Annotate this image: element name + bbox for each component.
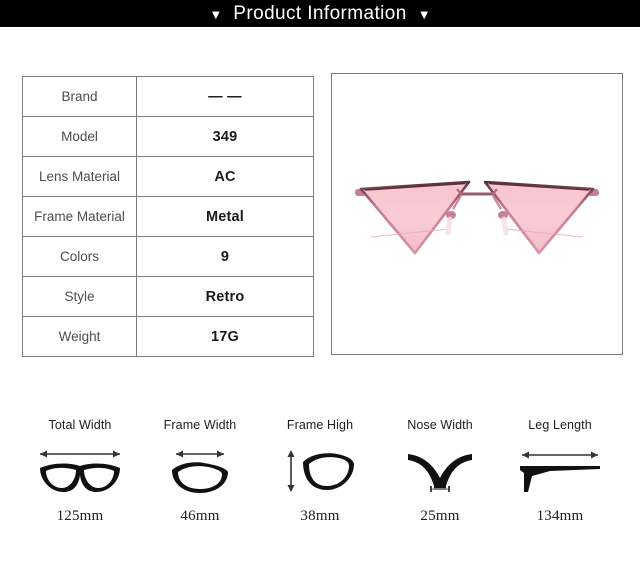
measurement-frame-high: Frame High 38mm [262, 418, 378, 525]
measurement-label: Nose Width [407, 418, 473, 432]
measurement-value: 25mm [420, 508, 460, 524]
total-width-icon [34, 440, 126, 502]
spec-value-weight: 17G [136, 316, 314, 357]
spec-value-model: 349 [136, 116, 314, 157]
spec-label-style: Style [22, 276, 137, 317]
page-header: ▼ Product Information ▼ [0, 0, 640, 27]
spec-label-lens-material: Lens Material [22, 156, 137, 197]
measurement-value: 38mm [300, 508, 340, 524]
spec-label-model: Model [22, 116, 137, 157]
sunglasses-product-photo [355, 180, 599, 255]
table-row: Brand — — [22, 76, 314, 117]
spec-value-lens-material: AC [136, 156, 314, 197]
measurement-nose-width: Nose Width 25mm [382, 418, 498, 525]
spec-value-frame-material: Metal [136, 196, 314, 237]
triangle-down-icon-right: ▼ [417, 7, 431, 22]
table-row: Colors 9 [22, 236, 314, 277]
leg-length-icon [516, 440, 604, 502]
page-title: Product Information [233, 2, 407, 24]
frame-width-icon [164, 440, 236, 502]
measurement-value: 134mm [536, 508, 584, 524]
spec-value-brand: — — [136, 76, 314, 117]
table-row: Frame Material Metal [22, 196, 314, 237]
measurement-value: 125mm [56, 508, 104, 524]
table-row: Lens Material AC [22, 156, 314, 197]
spec-label-brand: Brand [22, 76, 137, 117]
measurement-row: Total Width 125mm Frame Width 46mm Frame… [0, 418, 640, 525]
measurement-label: Leg Length [528, 418, 592, 432]
spec-value-colors: 9 [136, 236, 314, 277]
measurement-label: Frame Width [163, 418, 237, 432]
measurement-frame-width: Frame Width 46mm [142, 418, 258, 525]
measurement-label: Frame High [286, 418, 354, 432]
measurement-value: 46mm [180, 508, 220, 524]
measurement-leg-length: Leg Length 134mm [502, 418, 618, 525]
table-row: Style Retro [22, 276, 314, 317]
spec-value-style: Retro [136, 276, 314, 317]
product-image-box [331, 73, 623, 355]
table-row: Model 349 [22, 116, 314, 157]
triangle-down-icon-left: ▼ [209, 7, 223, 22]
nose-width-icon [402, 440, 478, 502]
measurement-label: Total Width [48, 418, 112, 432]
spec-label-colors: Colors [22, 236, 137, 277]
specification-table: Brand — — Model 349 Lens Material AC Fra… [22, 76, 314, 357]
frame-high-icon [281, 440, 359, 502]
table-row: Weight 17G [22, 316, 314, 357]
measurement-total-width: Total Width 125mm [22, 418, 138, 525]
spec-label-frame-material: Frame Material [22, 196, 137, 237]
spec-label-weight: Weight [22, 316, 137, 357]
